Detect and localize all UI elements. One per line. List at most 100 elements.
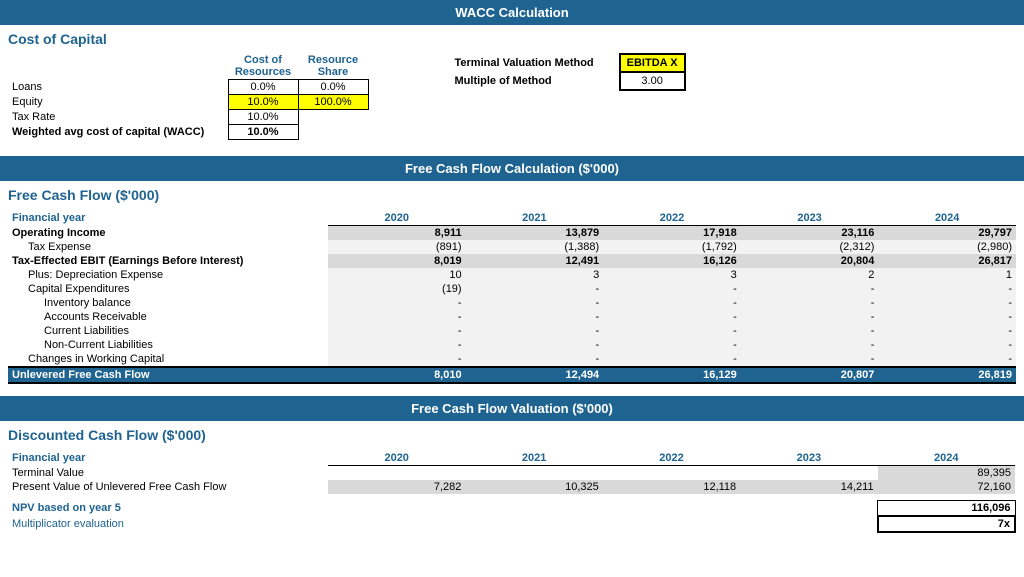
terminal-method-label: Terminal Valuation Method — [449, 54, 600, 72]
ncl-label: Non-Current Liabilities — [8, 338, 328, 352]
oi-2023: 23,116 — [741, 226, 879, 241]
oi-2021: 13,879 — [466, 226, 604, 241]
inv-2021: - — [466, 296, 604, 310]
wacc-label: Weighted avg cost of capital (WACC) — [8, 125, 228, 140]
fcf-section-header: Free Cash Flow Calculation ($'000) — [0, 156, 1024, 181]
ncl-2022: - — [603, 338, 741, 352]
terminal-method-value[interactable]: EBITDA X — [620, 54, 685, 72]
ar-label: Accounts Receivable — [8, 310, 328, 324]
dcf-year-2024: 2024 — [878, 451, 1015, 466]
tax-expense-label: Tax Expense — [8, 240, 328, 254]
npv-label: NPV based on year 5 — [8, 500, 328, 516]
table-row: Equity 10.0% 100.0% — [8, 95, 368, 110]
fcf-total-row: Unlevered Free Cash Flow 8,010 12,494 16… — [8, 367, 1016, 383]
tv-2020 — [328, 466, 465, 481]
loans-share[interactable]: 0.0% — [298, 80, 368, 95]
fcf-cl-row: Current Liabilities - - - - - — [8, 324, 1016, 338]
ebit-2022: 16,126 — [603, 254, 741, 268]
fcf-inventory-row: Inventory balance - - - - - — [8, 296, 1016, 310]
cost-of-capital-subheader: Cost of Capital — [0, 25, 1024, 49]
equity-label: Equity — [8, 95, 228, 110]
col-header-cost: Cost ofResources — [228, 53, 298, 80]
cl-label: Current Liabilities — [8, 324, 328, 338]
dcf-header-row: Financial year 2020 2021 2022 2023 2024 — [8, 451, 1015, 466]
dcf-year-2021: 2021 — [465, 451, 602, 466]
cl-2022: - — [603, 324, 741, 338]
wc-2023: - — [741, 352, 879, 367]
fcf-header-row: Financial year 2020 2021 2022 2023 2024 — [8, 211, 1016, 226]
dcf-subheader: Discounted Cash Flow ($'000) — [0, 421, 1024, 445]
ar-2020: - — [328, 310, 466, 324]
ar-2023: - — [741, 310, 879, 324]
capex-2022: - — [603, 282, 741, 296]
ufcf-2024: 26,819 — [878, 367, 1016, 383]
tv-2023 — [740, 466, 877, 481]
tv-2024: 89,395 — [878, 466, 1015, 481]
wc-2022: - — [603, 352, 741, 367]
ncl-2021: - — [466, 338, 604, 352]
multiple-method-value[interactable]: 3.00 — [620, 72, 685, 90]
terminal-value-label: Terminal Value — [8, 466, 328, 481]
cl-2023: - — [741, 324, 879, 338]
ebit-2023: 20,804 — [741, 254, 879, 268]
inv-2020: - — [328, 296, 466, 310]
fcf-ebit-row: Tax-Effected EBIT (Earnings Before Inter… — [8, 254, 1016, 268]
dcf-pv-row: Present Value of Unlevered Free Cash Flo… — [8, 480, 1015, 494]
year-2024: 2024 — [878, 211, 1016, 226]
fcf-row-label: Financial year — [8, 211, 328, 226]
ncl-2024: - — [878, 338, 1016, 352]
capex-label: Capital Expenditures — [8, 282, 328, 296]
wacc-title: WACC Calculation — [455, 5, 568, 20]
inv-2023: - — [741, 296, 879, 310]
fcf-subheader: Free Cash Flow ($'000) — [0, 181, 1024, 205]
wacc-right-panel: Terminal Valuation Method EBITDA X Multi… — [449, 53, 686, 91]
wc-2020: - — [328, 352, 466, 367]
wc-2024: - — [878, 352, 1016, 367]
dep-2024: 1 — [878, 268, 1016, 282]
tax-rate-value[interactable]: 10.0% — [228, 110, 298, 125]
oi-2024: 29,797 — [878, 226, 1016, 241]
ncl-2023: - — [741, 338, 879, 352]
depreciation-label: Plus: Depreciation Expense — [8, 268, 328, 282]
tax-rate-label: Tax Rate — [8, 110, 228, 125]
equity-cost[interactable]: 10.0% — [228, 95, 298, 110]
dcf-mult-row: Multiplicator evaluation 7x — [8, 516, 1015, 532]
wacc-value[interactable]: 10.0% — [228, 125, 298, 140]
ufcf-2022: 16,129 — [603, 367, 741, 383]
inv-2022: - — [603, 296, 741, 310]
pv-label: Present Value of Unlevered Free Cash Flo… — [8, 480, 328, 494]
inv-2024: - — [878, 296, 1016, 310]
ar-2021: - — [466, 310, 604, 324]
ar-2024: - — [878, 310, 1016, 324]
year-2022: 2022 — [603, 211, 741, 226]
ufcf-label: Unlevered Free Cash Flow — [8, 367, 328, 383]
table-row: Multiple of Method 3.00 — [449, 72, 685, 90]
ebit-label: Tax-Effected EBIT (Earnings Before Inter… — [8, 254, 328, 268]
te-2022: (1,792) — [603, 240, 741, 254]
inventory-label: Inventory balance — [8, 296, 328, 310]
dcf-year-2020: 2020 — [328, 451, 465, 466]
te-2023: (2,312) — [741, 240, 879, 254]
year-2023: 2023 — [741, 211, 879, 226]
fcf-capex-row: Capital Expenditures (19) - - - - — [8, 282, 1016, 296]
fcf-operating-income-row: Operating Income 8,911 13,879 17,918 23,… — [8, 226, 1016, 241]
oi-2022: 17,918 — [603, 226, 741, 241]
te-2021: (1,388) — [466, 240, 604, 254]
tv-2022 — [603, 466, 740, 481]
cl-2021: - — [466, 324, 604, 338]
terminal-method-table: Terminal Valuation Method EBITDA X Multi… — [449, 53, 686, 91]
fcf-tax-expense-row: Tax Expense (891) (1,388) (1,792) (2,312… — [8, 240, 1016, 254]
fcf-table: Financial year 2020 2021 2022 2023 2024 … — [8, 211, 1016, 384]
dcf-row-label: Financial year — [8, 451, 328, 466]
wacc-content: Cost ofResources ResourceShare Loans 0.0… — [0, 49, 1024, 148]
ebit-2020: 8,019 — [328, 254, 466, 268]
te-2020: (891) — [328, 240, 466, 254]
ufcf-2020: 8,010 — [328, 367, 466, 383]
cl-2024: - — [878, 324, 1016, 338]
pv-2022: 12,118 — [603, 480, 740, 494]
loans-cost[interactable]: 0.0% — [228, 80, 298, 95]
dcf-table: Financial year 2020 2021 2022 2023 2024 … — [8, 451, 1016, 533]
year-2021: 2021 — [466, 211, 604, 226]
equity-share[interactable]: 100.0% — [298, 95, 368, 110]
dep-2021: 3 — [466, 268, 604, 282]
